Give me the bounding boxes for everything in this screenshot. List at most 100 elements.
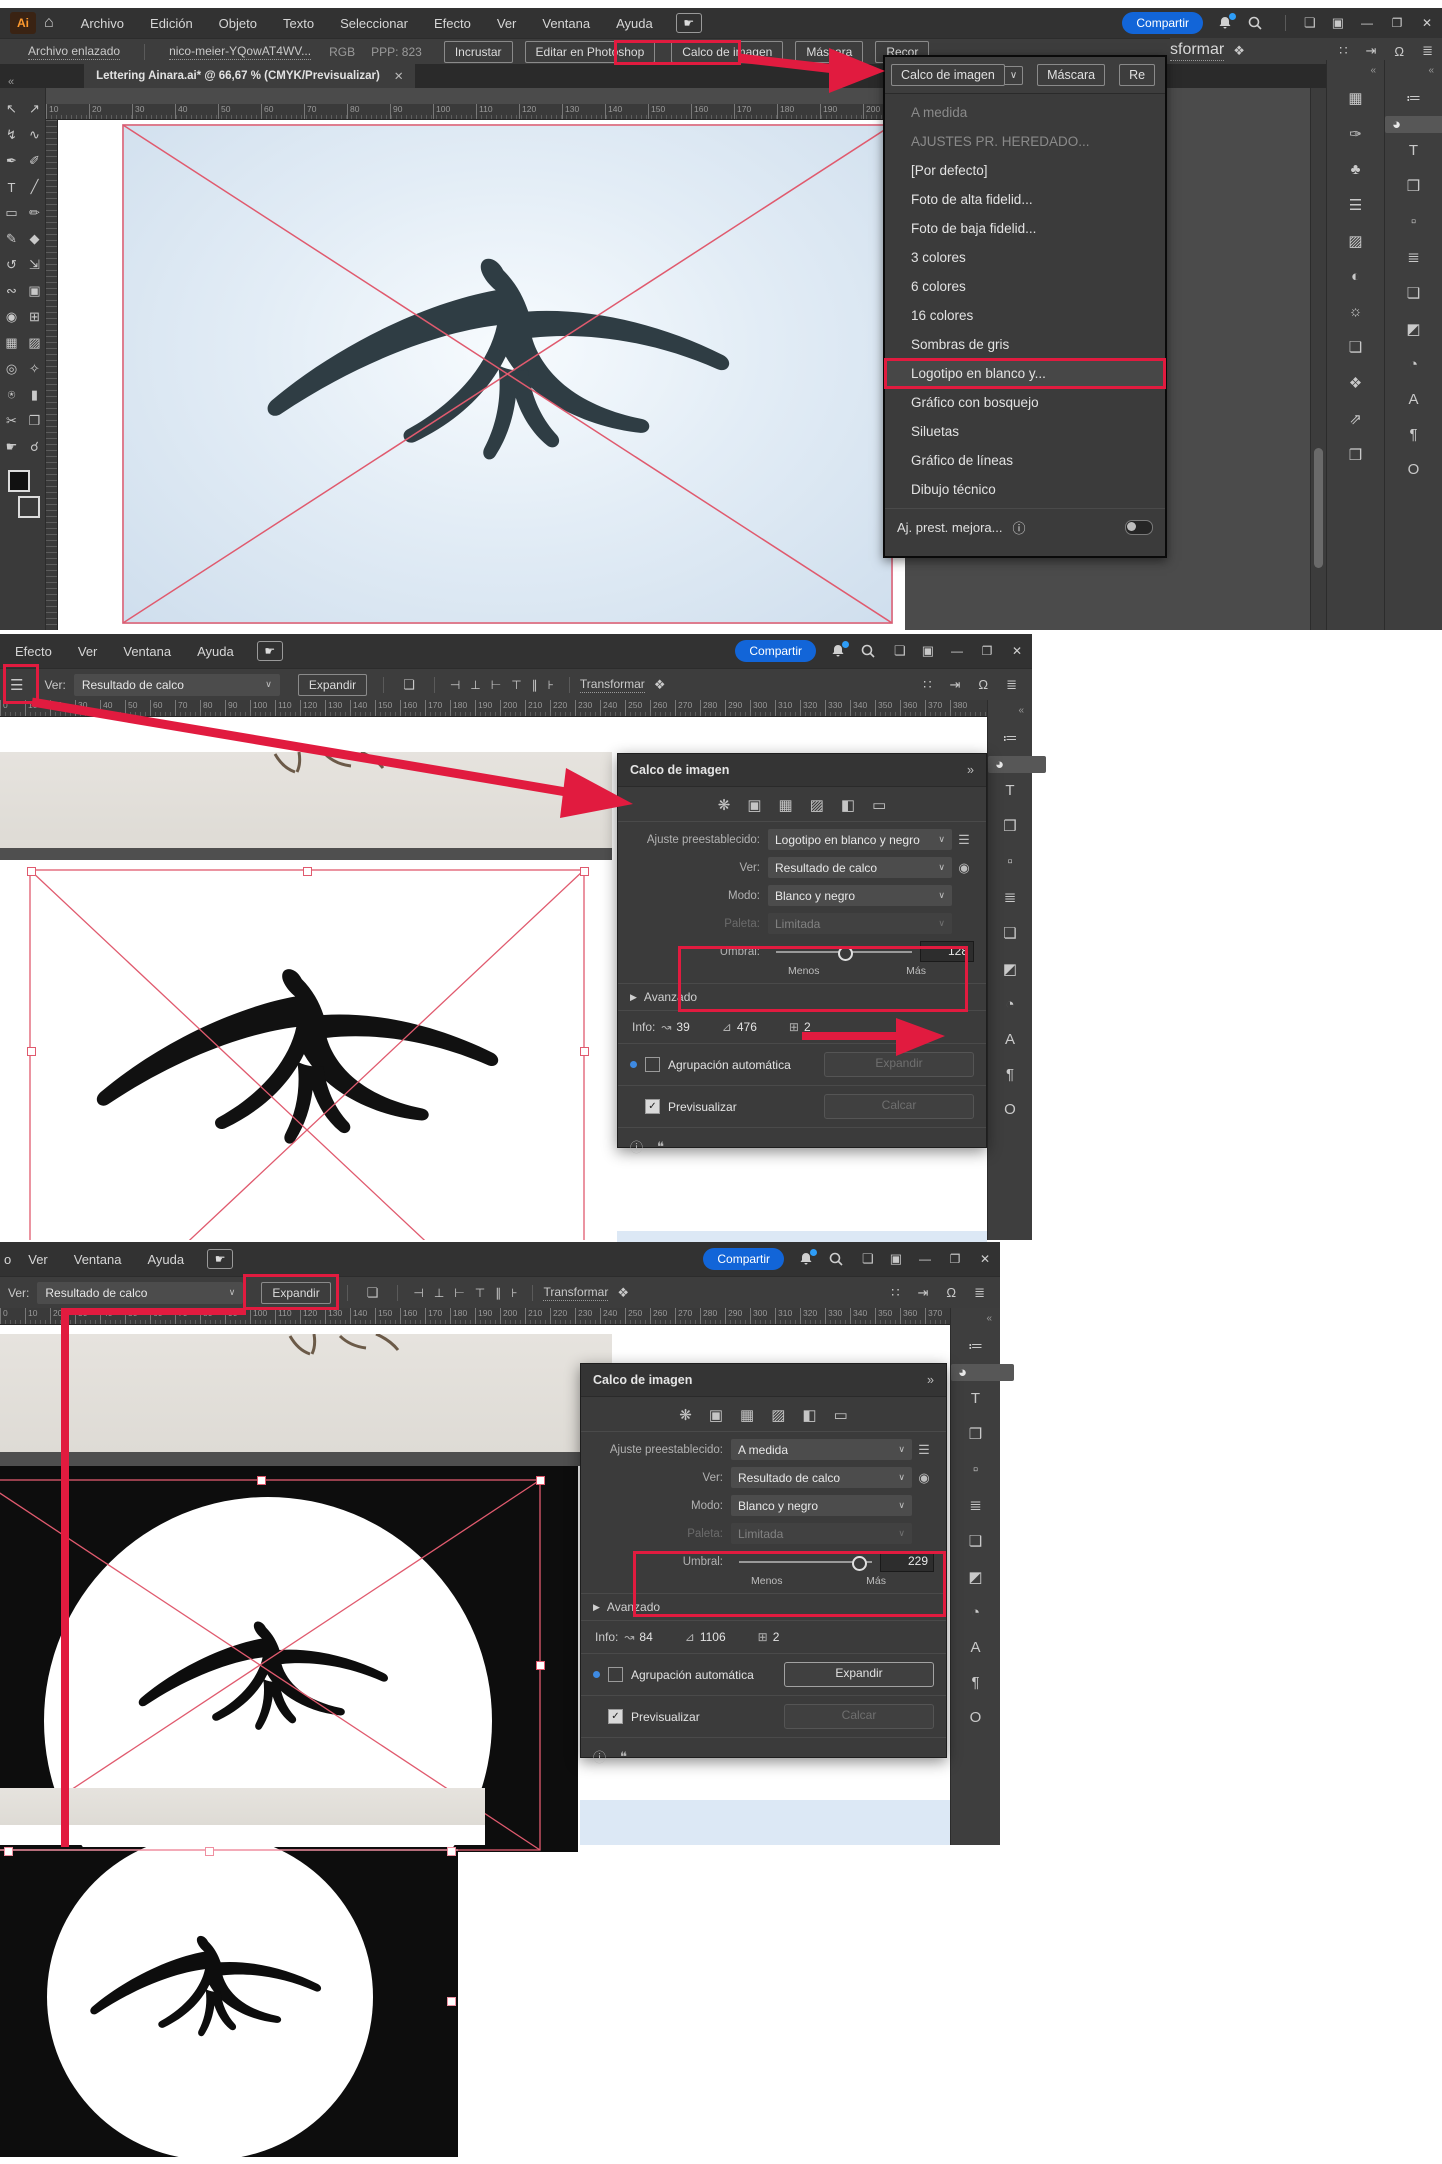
expand-button[interactable]: Expandir	[784, 1662, 934, 1687]
eye-icon[interactable]: ◉	[912, 1470, 936, 1486]
list-view-icon[interactable]: ≣	[974, 1285, 985, 1301]
collapse-panel-icon[interactable]: »	[967, 763, 974, 777]
tab-close-icon[interactable]: ✕	[394, 69, 404, 83]
menu-item[interactable]: Texto	[270, 16, 327, 31]
minimize-button[interactable]: —	[942, 644, 972, 658]
fill-color-chip[interactable]	[8, 470, 30, 492]
trace-preset-option[interactable]: A medida	[885, 98, 1165, 127]
menu-item[interactable]: Objeto	[206, 16, 270, 31]
pathfinder-panel-icon[interactable]: ❏	[1385, 275, 1442, 311]
hand-tool-badge-icon[interactable]: ☛	[676, 13, 702, 33]
gradient-panel-icon[interactable]: ▨	[1327, 223, 1384, 259]
workspace-switcher-icon[interactable]: ❏	[1304, 15, 1316, 31]
trace-button[interactable]: Calcar	[824, 1094, 974, 1119]
workspace-switcher-icon[interactable]: ❏	[894, 643, 906, 659]
feedback-icon[interactable]: ❝	[620, 1749, 627, 1765]
selection-handle[interactable]	[205, 1847, 214, 1856]
curvature-tool-icon[interactable]: ✐	[25, 152, 45, 170]
document-layout-icon[interactable]: ▣	[922, 643, 934, 659]
document-layout-icon[interactable]: ▣	[890, 1251, 902, 1267]
mode-select[interactable]: Blanco y negro∨	[768, 885, 952, 906]
align-panel-icon[interactable]: ≣	[951, 1487, 1000, 1523]
column-graph-tool-icon[interactable]: ▮	[25, 386, 45, 404]
trace-preset-option[interactable]: 16 colores	[885, 301, 1165, 330]
trace-preset-option[interactable]: [Por defecto]	[885, 156, 1165, 185]
free-transform-tool-icon[interactable]: ▣	[25, 282, 45, 300]
expand-button[interactable]: Expandir	[261, 1282, 330, 1304]
scrollbar-thumb[interactable]	[1314, 448, 1323, 568]
close-button[interactable]: ✕	[1002, 644, 1032, 658]
selection-handle[interactable]	[536, 1661, 545, 1670]
disclosure-triangle-icon[interactable]: ▶	[630, 992, 637, 1003]
preset-menu-icon[interactable]: ☰	[912, 1442, 936, 1458]
scale-tool-icon[interactable]: ⇲	[25, 256, 45, 274]
selection-handle[interactable]	[580, 1047, 589, 1056]
rotate-tool-icon[interactable]: ↺	[2, 256, 22, 274]
collapse-dock-icon[interactable]: «	[1428, 65, 1434, 76]
autogroup-checkbox[interactable]: ✓	[608, 1667, 623, 1682]
list-view-icon[interactable]: ≣	[1422, 43, 1433, 59]
selection-handle[interactable]	[580, 867, 589, 876]
transform-panel-icon[interactable]: ▫	[988, 844, 1032, 879]
fill-stroke-controls[interactable]	[8, 470, 38, 504]
preset-grayscale-icon[interactable]: ▨	[771, 1406, 785, 1424]
align-center-icon[interactable]: ⊥	[470, 678, 480, 692]
bounding-box-icon[interactable]: ❖	[654, 677, 666, 693]
lasso-tool-icon[interactable]: ∿	[25, 126, 45, 144]
tab-key-icon[interactable]: ⇥	[917, 1285, 928, 1301]
align-center-icon[interactable]: ⊥	[434, 1286, 444, 1300]
align-middle-icon[interactable]: ∥	[495, 1286, 501, 1300]
draw-mode-icon[interactable]: ❏	[367, 1285, 379, 1301]
type-tool-icon[interactable]: T	[2, 178, 22, 196]
slider-handle[interactable]	[852, 1556, 867, 1571]
preview-checkbox[interactable]: ✓	[645, 1099, 660, 1114]
preset-outline-icon[interactable]: ▭	[834, 1406, 848, 1424]
paragraph-panel-icon[interactable]: ¶	[951, 1665, 1000, 1700]
feedback-icon[interactable]: ❝	[657, 1139, 664, 1155]
zo om-tool-icon[interactable]: ☌	[25, 438, 45, 456]
image-trace-panel-icon[interactable]: ◕	[988, 756, 1046, 773]
collapse-dock-icon[interactable]: «	[1018, 705, 1024, 716]
preset-outline-icon[interactable]: ▭	[872, 796, 886, 814]
rotate-view-icon[interactable]: Ω	[946, 1285, 956, 1300]
eyedropper-tool-icon[interactable]: ✧	[25, 360, 45, 378]
eraser-tool-icon[interactable]: ◆	[25, 230, 45, 248]
share-button[interactable]: Compartir	[1122, 12, 1203, 34]
collapse-dock-icon[interactable]: «	[986, 1313, 992, 1324]
image-trace-panel-icon[interactable]: ◕	[951, 1364, 1014, 1381]
preview-checkbox[interactable]: ✓	[608, 1709, 623, 1724]
traced-bird-artwork[interactable]	[0, 860, 612, 1240]
color-guide-panel-icon[interactable]: ◔	[951, 1595, 1000, 1630]
libraries-panel-icon[interactable]: ❒	[1385, 168, 1442, 204]
trace-view-select[interactable]: Resultado de calco ∨	[74, 674, 280, 696]
image-trace-panel-icon[interactable]: ◕	[1385, 116, 1442, 133]
close-button[interactable]: ✕	[970, 1252, 1000, 1266]
rectangle-tool-icon[interactable]: ▭	[2, 204, 22, 222]
character-styles-panel-icon[interactable]: T	[951, 1381, 1000, 1416]
transform-link-partial[interactable]: sformar	[1170, 41, 1224, 61]
menu-item[interactable]: Edición	[137, 16, 206, 31]
embed-button[interactable]: Incrustar	[444, 41, 513, 63]
trace-button[interactable]: Calcar	[784, 1704, 934, 1729]
final-expanded-artwork[interactable]	[0, 1847, 458, 2157]
color-panel-icon[interactable]: ◩	[988, 951, 1032, 987]
menu-item[interactable]: Ver	[65, 644, 111, 659]
grid-icon[interactable]: ∷	[1339, 43, 1347, 59]
image-trace-dropdown-button[interactable]: Calco de imagen	[891, 64, 1005, 86]
hand-tool-icon[interactable]: ☛	[2, 438, 22, 456]
stroke-panel-icon[interactable]: ☰	[1327, 187, 1384, 223]
align-panel-icon[interactable]: ≣	[988, 879, 1032, 915]
menu-item[interactable]: Ver	[15, 1252, 61, 1267]
restore-button[interactable]: ❐	[1382, 16, 1412, 30]
share-button[interactable]: Compartir	[703, 1248, 784, 1270]
view-select[interactable]: Resultado de calco∨	[768, 857, 952, 878]
magic-wand-tool-icon[interactable]: ↯	[2, 126, 22, 144]
perspective-grid-tool-icon[interactable]: ⊞	[25, 308, 45, 326]
linked-file-label[interactable]: Archivo enlazado	[28, 44, 120, 60]
notifications-bell-icon[interactable]	[830, 643, 846, 659]
tab-key-icon[interactable]: ⇥	[949, 677, 960, 693]
rotate-view-icon[interactable]: Ω	[1394, 44, 1404, 59]
expand-button[interactable]: Expandir	[298, 674, 367, 696]
edit-in-photoshop-button[interactable]: Editar en Photoshop	[525, 41, 656, 63]
shape-builder-tool-icon[interactable]: ◉	[2, 308, 22, 326]
